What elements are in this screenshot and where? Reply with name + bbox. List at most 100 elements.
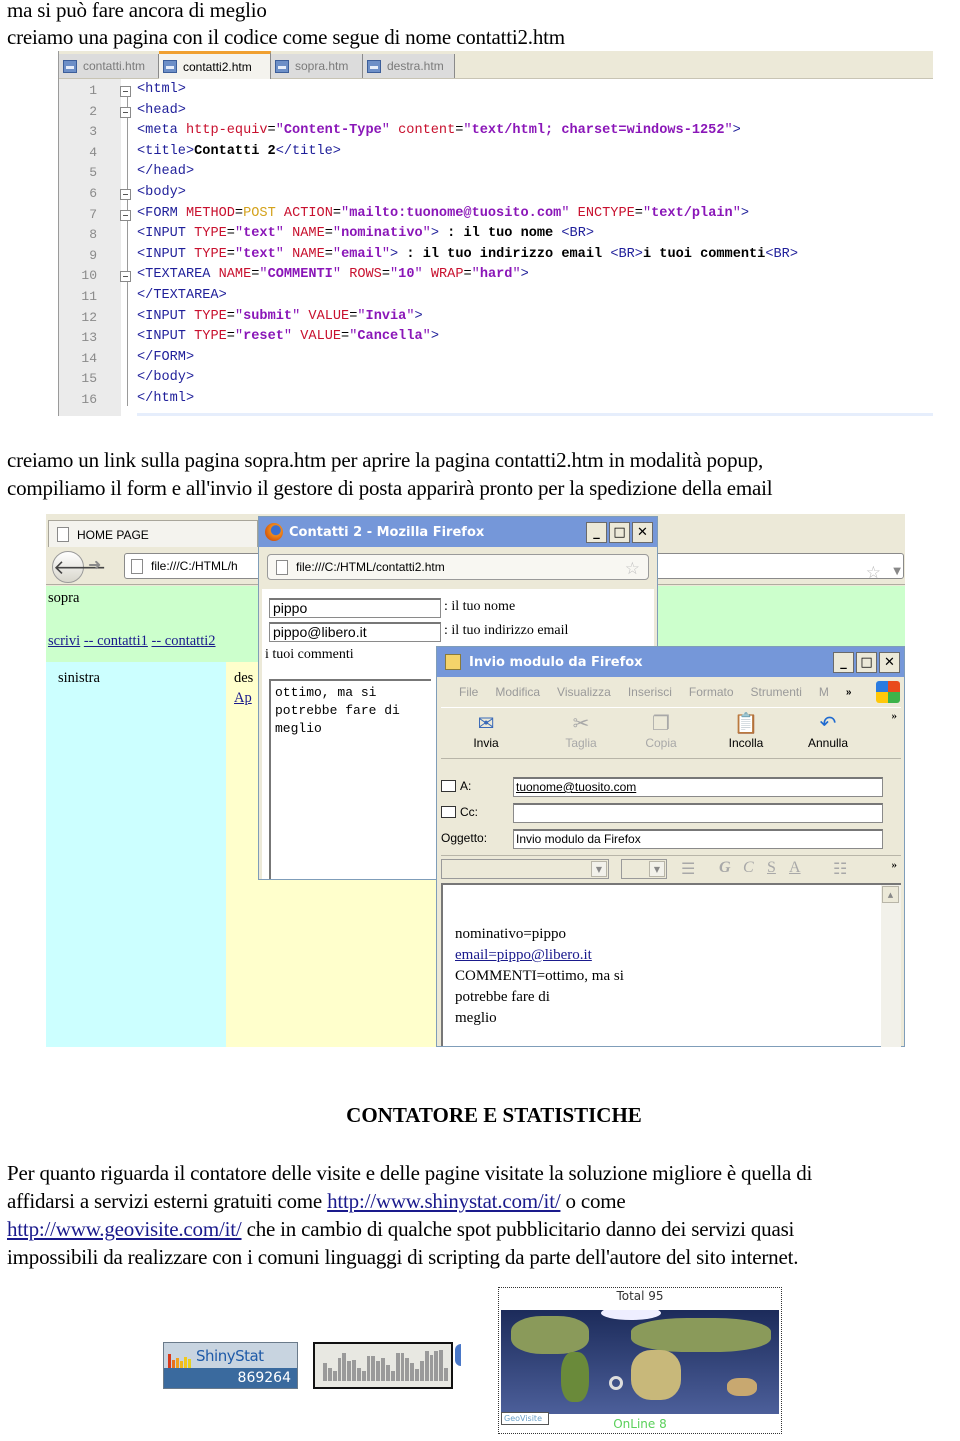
close-icon[interactable]: ✕: [879, 652, 900, 673]
mail-body-editor[interactable]: nominativo=pippo email=pippo@libero.it C…: [441, 883, 901, 1047]
continent-eurasia: [631, 1318, 771, 1352]
browser-tab[interactable]: HOME PAGE: [48, 520, 258, 548]
code-line[interactable]: <INPUT TYPE="reset" VALUE="Cancella">: [137, 329, 439, 344]
cc-input[interactable]: [513, 803, 883, 823]
back-arrow-icon[interactable]: 🡐: [52, 551, 107, 583]
tool-label: Copia: [645, 736, 677, 750]
code-line[interactable]: </FORM>: [137, 350, 194, 365]
code-line[interactable]: <meta http-equiv="Content-Type" content=…: [137, 123, 741, 138]
geovisite-link[interactable]: http://www.geovisite.com/it/: [7, 1217, 242, 1241]
frame-links: scrivi -- contatti1 -- contatti2: [48, 633, 216, 650]
name-input[interactable]: pippo: [269, 598, 441, 618]
menu-inserisci[interactable]: Inserisci: [628, 685, 672, 699]
code-line[interactable]: </html>: [137, 391, 194, 406]
body-line-link[interactable]: email=pippo@libero.it: [455, 947, 592, 964]
editor-tab[interactable]: destra.htm: [363, 54, 455, 78]
forward-arrow-icon[interactable]: ➜: [88, 555, 101, 574]
menu-strumenti[interactable]: Strumenti: [751, 685, 802, 699]
continent-africa: [631, 1350, 681, 1400]
chevron-more-icon[interactable]: »: [846, 687, 852, 698]
underline-button[interactable]: S: [767, 859, 776, 877]
code-line[interactable]: <INPUT TYPE="text" NAME="nominativo"> : …: [137, 226, 594, 241]
bold-button[interactable]: G: [719, 859, 731, 877]
frame-right-link[interactable]: Ap: [234, 690, 252, 707]
dropdown-arrow-icon[interactable]: ▼: [893, 566, 901, 577]
menu-visualizza[interactable]: Visualizza: [557, 685, 611, 699]
link-scrivi[interactable]: scrivi: [48, 633, 80, 649]
histogram-bar: [356, 1367, 361, 1381]
email-input[interactable]: pippo@libero.it: [269, 622, 441, 642]
code-line[interactable]: </TEXTAREA>: [137, 288, 227, 303]
paste-button[interactable]: 📋 Incolla: [711, 710, 781, 750]
greenland: [601, 1310, 661, 1320]
chevron-down-icon: ▼: [591, 861, 607, 877]
popup-address-bar[interactable]: file:///C:/HTML/contatti2.htm ☆: [267, 554, 649, 580]
code-line[interactable]: </head>: [137, 164, 194, 179]
code-line[interactable]: <FORM METHOD=POST ACTION="mailto:tuonome…: [137, 206, 749, 221]
editor-tab[interactable]: sopra.htm: [271, 54, 363, 78]
italic-button[interactable]: C: [743, 859, 754, 877]
font-select[interactable]: ▼: [441, 859, 609, 879]
address-book-icon[interactable]: [441, 806, 456, 818]
histogram-bar: [429, 1354, 434, 1381]
fold-toggle-icon[interactable]: [120, 86, 131, 97]
stats-histogram[interactable]: [313, 1342, 453, 1389]
scissors-icon: ✂: [572, 711, 590, 735]
maximize-icon[interactable]: □: [609, 522, 630, 543]
menu-modifica[interactable]: Modifica: [495, 685, 540, 699]
editor-tab-active[interactable]: contatti2.htm: [159, 51, 271, 79]
fold-toggle-icon[interactable]: [120, 189, 131, 200]
link-contatti1[interactable]: -- contatti1: [84, 633, 148, 649]
bookmark-star-icon[interactable]: ☆: [625, 559, 640, 579]
paragraph-style-icon[interactable]: ☰: [681, 859, 695, 879]
histogram-bar: [415, 1369, 419, 1381]
to-input[interactable]: tuonome@tuosito.com: [513, 777, 883, 797]
code-line[interactable]: <body>: [137, 185, 186, 200]
editor-tab[interactable]: contatti.htm: [59, 54, 159, 78]
chevron-more-icon[interactable]: »: [892, 710, 898, 722]
menu-file[interactable]: File: [459, 685, 478, 699]
popup-titlebar[interactable]: Contatti 2 - Mozilla Firefox _ □ ✕: [259, 517, 657, 547]
fold-toggle-icon[interactable]: [120, 106, 131, 118]
minimize-icon[interactable]: _: [586, 522, 607, 543]
code-line[interactable]: <TEXTAREA NAME="COMMENTI" ROWS="10" WRAP…: [137, 267, 529, 282]
maximize-icon[interactable]: □: [856, 652, 877, 673]
send-button[interactable]: ✉ Invia: [451, 710, 521, 750]
geovisite-widget[interactable]: Total 95 GeoVisite OnLine 8: [498, 1287, 782, 1434]
code-line[interactable]: </body>: [137, 370, 194, 385]
menu-more[interactable]: M: [819, 685, 829, 699]
close-icon[interactable]: ✕: [632, 522, 653, 543]
copy-button[interactable]: ❐ Copia: [626, 710, 696, 750]
size-select[interactable]: ▼: [621, 859, 667, 879]
code-line[interactable]: <head>: [137, 103, 186, 118]
menu-formato[interactable]: Formato: [689, 685, 734, 699]
scroll-up-icon[interactable]: ▲: [882, 886, 899, 903]
shinystat-counter[interactable]: ShinyStat 869264: [163, 1342, 298, 1389]
minimize-icon[interactable]: _: [833, 652, 854, 673]
shinystat-link[interactable]: http://www.shinystat.com/it/: [327, 1189, 561, 1213]
chevron-more-icon[interactable]: »: [892, 859, 898, 871]
fold-toggle-icon[interactable]: [120, 209, 131, 221]
editor-current-line: [137, 413, 933, 416]
code-line[interactable]: <title>Contatti 2</title>: [137, 144, 341, 159]
vertical-scrollbar[interactable]: ▲: [881, 885, 901, 1047]
continent-north-america: [511, 1316, 589, 1354]
code-line[interactable]: <INPUT TYPE="text" NAME="email"> : il tu…: [137, 247, 798, 262]
logo-bar: [184, 1357, 187, 1368]
font-color-button[interactable]: A: [789, 859, 801, 877]
intro-line-1: ma si può fare ancora di meglio: [7, 0, 267, 22]
cut-button[interactable]: ✂ Taglia: [546, 710, 616, 750]
code-line[interactable]: <html>: [137, 82, 186, 97]
address-book-icon[interactable]: [441, 780, 456, 792]
comments-textarea[interactable]: ottimo, ma si potrebbe fare di meglio: [269, 679, 431, 879]
subject-input[interactable]: Invio modulo da Firefox: [513, 829, 883, 849]
mail-titlebar[interactable]: Invio modulo da Firefox _ □ ✕: [437, 647, 904, 677]
bookmark-star-icon[interactable]: ☆: [866, 563, 881, 583]
link-contatti2[interactable]: -- contatti2: [152, 633, 216, 649]
middle-line-2: compiliamo il form e all'invio il gestor…: [7, 476, 773, 500]
code-line[interactable]: <INPUT TYPE="submit" VALUE="Invia">: [137, 309, 423, 324]
fold-toggle-icon[interactable]: [120, 271, 131, 283]
undo-button[interactable]: ↶ Annulla: [793, 710, 863, 750]
numbered-list-icon[interactable]: ☷: [833, 859, 847, 879]
magnifier-icon[interactable]: [609, 1376, 623, 1390]
